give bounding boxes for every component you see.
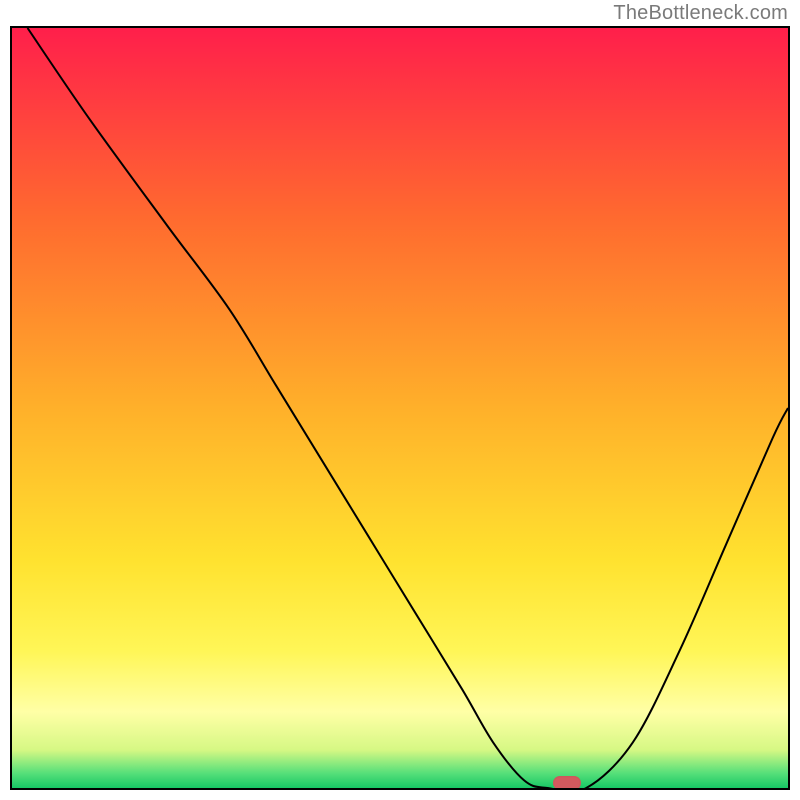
chart-curve: [12, 28, 788, 788]
chart-marker: [553, 776, 581, 788]
chart-frame: [10, 26, 790, 790]
watermark-text: TheBottleneck.com: [613, 2, 788, 25]
chart-plot-area: [12, 28, 788, 788]
